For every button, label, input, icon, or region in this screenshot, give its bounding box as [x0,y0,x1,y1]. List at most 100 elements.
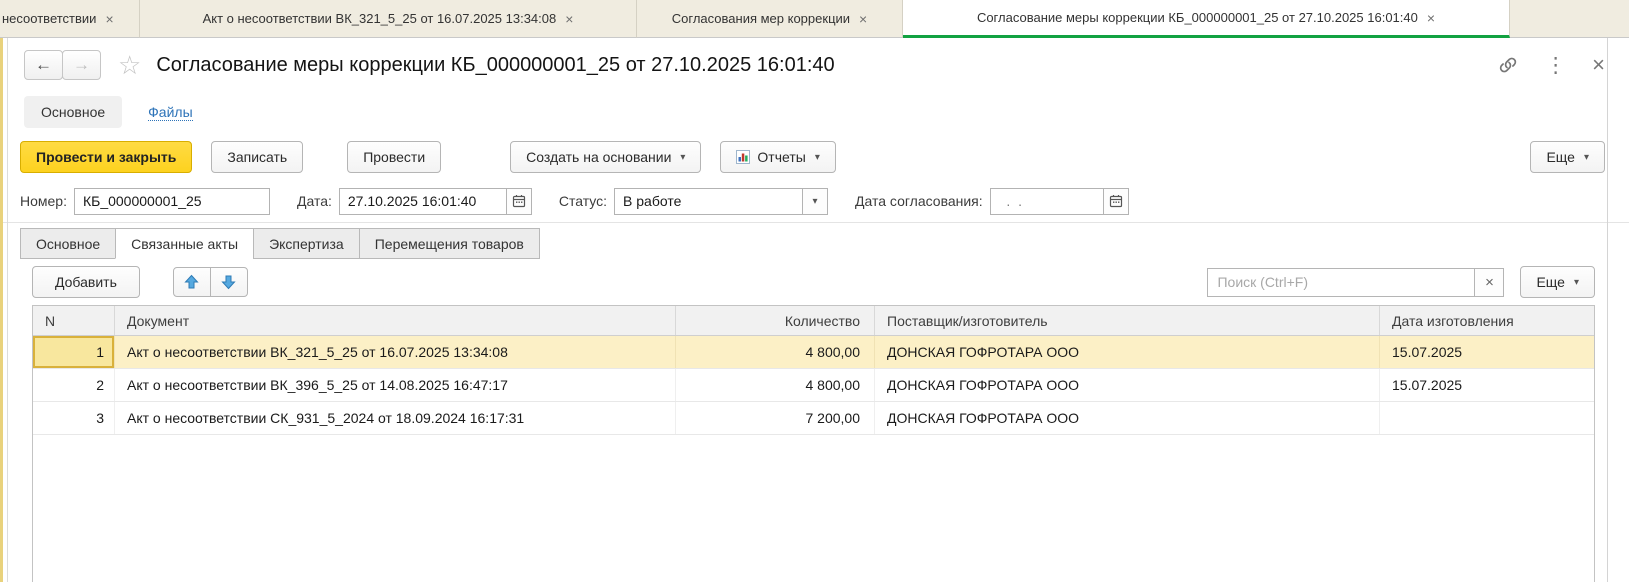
cell-quantity[interactable]: 4 800,00 [676,369,875,401]
cell-made-date[interactable] [1380,402,1594,434]
favorite-star-icon[interactable]: ☆ [118,52,141,78]
window-tab-act[interactable]: Акт о несоответствии ВК_321_5_25 от 16.0… [140,0,637,38]
document-title-bar: ← → ☆ Согласование меры коррекции КБ_000… [0,38,1629,90]
nav-link-files[interactable]: Файлы [148,104,192,121]
status-field-group: Статус: ▾ [559,188,828,215]
cell-supplier[interactable]: ДОНСКАЯ ГОФРОТАРА ООО [875,369,1380,401]
approval-date-label: Дата согласования: [855,193,983,209]
tab-close-icon[interactable]: × [105,11,113,27]
window-tab-label: Согласования мер коррекции [672,11,850,26]
status-combobox[interactable] [614,188,802,215]
create-based-on-label: Создать на основании [526,149,671,165]
tab-goods-movements[interactable]: Перемещения товаров [359,228,540,259]
table-empty-area [33,435,1594,582]
nav-link-main[interactable]: Основное [24,96,122,128]
tab-close-icon[interactable]: × [859,11,867,27]
reports-button[interactable]: Отчеты ▾ [720,141,835,173]
back-icon: ← [35,55,52,74]
table-row[interactable]: 3 Акт о несоответствии СК_931_5_2024 от … [33,402,1594,435]
write-button[interactable]: Записать [211,141,303,173]
cell-num[interactable]: 2 [33,369,115,401]
table-more-button[interactable]: Еще ▾ [1520,266,1595,298]
date-field-group: Дата: [297,188,532,215]
get-link-icon[interactable] [1497,54,1519,76]
calendar-icon[interactable] [1103,188,1129,215]
number-field[interactable] [74,188,270,215]
chevron-down-icon: ▾ [813,196,818,207]
reports-label: Отчеты [757,149,805,165]
window-tab-label: несоответствии [2,11,96,26]
date-label: Дата: [297,193,332,209]
cell-made-date[interactable]: 15.07.2025 [1380,369,1594,401]
cell-num[interactable]: 3 [33,402,115,434]
column-header-quantity[interactable]: Количество [676,306,875,335]
cell-document[interactable]: Акт о несоответствии ВК_396_5_25 от 14.0… [115,369,676,401]
page-title: Согласование меры коррекции КБ_000000001… [156,54,834,77]
close-form-icon[interactable]: × [1592,54,1605,76]
column-header-n[interactable]: N [33,306,115,335]
chevron-down-icon: ▾ [815,152,820,163]
post-button[interactable]: Провести [347,141,441,173]
window-tab-label: Акт о несоответствии ВК_321_5_25 от 16.0… [203,11,557,26]
table-header-row: N Документ Количество Поставщик/изготови… [33,306,1594,336]
command-bar: Провести и закрыть Записать Провести Соз… [0,134,1629,180]
tab-close-icon[interactable]: × [565,11,573,27]
window-tab-approvals-list[interactable]: Согласования мер коррекции × [637,0,903,38]
forward-button[interactable]: → [62,50,101,80]
window-tab-label: Согласование меры коррекции КБ_000000001… [977,10,1418,25]
forward-icon: → [73,55,90,74]
form-more-button[interactable]: Еще ▾ [1530,141,1605,173]
more-menu-icon[interactable]: ⋮ [1545,55,1566,76]
tab-main[interactable]: Основное [20,228,115,259]
table-row[interactable]: 1 Акт о несоответствии ВК_321_5_25 от 16… [33,336,1594,369]
tab-expertise[interactable]: Экспертиза [253,228,359,259]
search-input[interactable] [1207,268,1475,297]
cell-quantity[interactable]: 4 800,00 [676,336,875,368]
search-group: × [1207,268,1504,297]
search-clear-icon[interactable]: × [1474,268,1504,297]
approval-date-field-group: Дата согласования: [855,188,1129,215]
post-and-close-button[interactable]: Провести и закрыть [20,141,192,173]
tab-related-acts[interactable]: Связанные акты [115,228,253,259]
arrow-up-icon [184,274,199,290]
back-button[interactable]: ← [24,50,63,80]
number-label: Номер: [20,193,67,209]
status-dropdown-button[interactable]: ▾ [802,188,828,215]
move-down-button[interactable] [210,267,248,297]
column-header-supplier[interactable]: Поставщик/изготовитель [875,306,1380,335]
cell-num[interactable]: 1 [33,336,115,368]
window-border-right [1607,38,1608,582]
related-acts-table: N Документ Количество Поставщик/изготови… [32,305,1595,582]
cell-supplier[interactable]: ДОНСКАЯ ГОФРОТАРА ООО [875,402,1380,434]
cell-quantity[interactable]: 7 200,00 [676,402,875,434]
add-row-button[interactable]: Добавить [32,266,140,298]
cell-document[interactable]: Акт о несоответствии СК_931_5_2024 от 18… [115,402,676,434]
report-chart-icon [736,150,750,164]
history-nav: ← → [24,50,101,80]
column-header-document[interactable]: Документ [115,306,676,335]
column-header-made-date[interactable]: Дата изготовления [1380,306,1594,335]
tab-close-icon[interactable]: × [1427,10,1435,26]
cell-supplier[interactable]: ДОНСКАЯ ГОФРОТАРА ООО [875,336,1380,368]
document-fields: Номер: Дата: Статус: ▾ Дата согласования… [0,180,1629,222]
panel-border-left [7,38,8,582]
chevron-down-icon: ▾ [1574,277,1579,288]
more-label: Еще [1536,274,1565,290]
more-label: Еще [1546,149,1575,165]
cell-document[interactable]: Акт о несоответствии ВК_321_5_25 от 16.0… [115,336,676,368]
status-label: Статус: [559,193,607,209]
calendar-icon[interactable] [506,188,532,215]
approval-date-field[interactable] [990,188,1103,215]
table-toolbar: Добавить × Еще ▾ [32,259,1595,305]
window-tab-approval-active[interactable]: Согласование меры коррекции КБ_000000001… [903,0,1510,38]
cell-made-date[interactable]: 15.07.2025 [1380,336,1594,368]
arrow-down-icon [221,274,236,290]
create-based-on-button[interactable]: Создать на основании ▾ [510,141,701,173]
chevron-down-icon: ▾ [680,152,685,163]
table-row[interactable]: 2 Акт о несоответствии ВК_396_5_25 от 14… [33,369,1594,402]
move-up-button[interactable] [173,267,211,297]
tab-bar-filler [1510,0,1629,38]
date-field[interactable] [339,188,506,215]
window-tab-truncated[interactable]: несоответствии × [0,0,140,38]
chevron-down-icon: ▾ [1584,152,1589,163]
